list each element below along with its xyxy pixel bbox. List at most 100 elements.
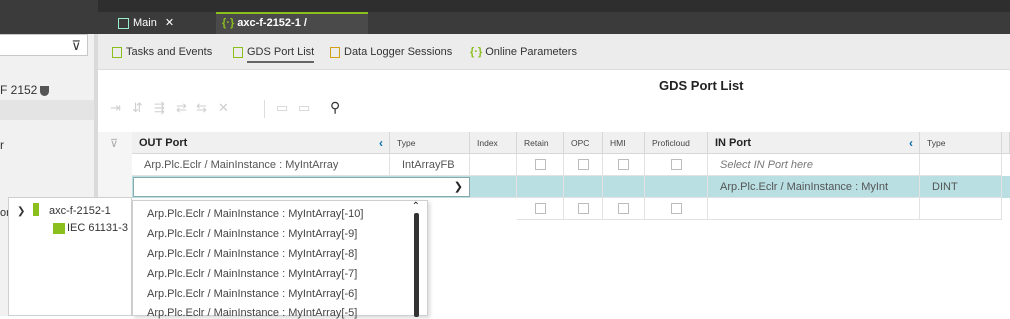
controller-icon <box>33 203 39 216</box>
subtab-data-logger-sessions[interactable]: Data Logger Sessions <box>330 46 452 58</box>
link-icon[interactable]: ⇵ <box>132 100 143 116</box>
retain-checkbox[interactable] <box>535 159 546 170</box>
collapse-arrow-icon[interactable]: ‹ <box>909 132 913 154</box>
tree-device-label[interactable]: axc-f-2152-1 <box>49 205 111 217</box>
subtab-gds-label: GDS Port List <box>247 46 315 63</box>
out-port-dropdown-list: Arp.Plc.Eclr / MainInstance : MyIntArray… <box>132 200 428 319</box>
column-header-retain[interactable]: Retain <box>517 132 564 154</box>
swap-icon[interactable]: ⇄ <box>176 100 187 116</box>
cell-out-port[interactable]: Arp.Plc.Eclr / MainInstance : MyIntArray <box>132 154 390 176</box>
cell-in-type[interactable] <box>920 154 1002 176</box>
cell-retain[interactable] <box>517 176 564 198</box>
column-header-in-type[interactable]: Type <box>920 132 1002 154</box>
cell-in-port[interactable]: Arp.Plc.Eclr / MainInstance : MyInt <box>708 176 920 198</box>
left-item-label[interactable]: r <box>0 138 4 152</box>
column-header-hmi[interactable]: HMI <box>603 132 645 154</box>
cell-type[interactable]: IntArrayFB <box>390 154 470 176</box>
curly-braces-icon: {·} <box>470 46 483 58</box>
cell-in-port[interactable]: Select IN Port here <box>708 154 920 176</box>
retain-checkbox[interactable] <box>535 203 546 214</box>
insert-row-icon[interactable]: ⇥ <box>110 100 121 116</box>
dropdown-option[interactable]: Arp.Plc.Eclr / MainInstance : MyIntArray… <box>147 208 363 220</box>
list-icon <box>233 46 243 58</box>
tab-main[interactable]: Main ✕ <box>112 12 220 34</box>
cell-index[interactable] <box>470 176 517 198</box>
scroll-up-icon[interactable]: ⌃ <box>412 201 420 212</box>
column-header-proficloud[interactable]: Proficloud <box>645 132 708 154</box>
curly-braces-icon: {·} <box>222 17 235 29</box>
toolbar-divider <box>264 100 265 118</box>
cell-hmi[interactable] <box>603 198 645 220</box>
chip-icon <box>53 223 65 234</box>
cell-in-port[interactable] <box>708 198 920 220</box>
subtab-tasks-and-events[interactable]: Tasks and Events <box>112 46 212 58</box>
shield-icon <box>40 85 50 96</box>
opc-checkbox[interactable] <box>578 159 589 170</box>
delete-all-icon[interactable]: ✕ <box>218 100 229 116</box>
cell-retain[interactable] <box>517 198 564 220</box>
opc-checkbox[interactable] <box>578 203 589 214</box>
remove-comment-icon[interactable]: ▭ <box>298 100 310 116</box>
filter-icon[interactable]: ⊽ <box>110 137 118 150</box>
left-device-label: F 2152 <box>0 83 38 97</box>
dropdown-option[interactable]: Arp.Plc.Eclr / MainInstance : MyIntArray… <box>147 248 357 260</box>
cell-index[interactable] <box>470 154 517 176</box>
main-icon <box>118 17 129 29</box>
column-header-index[interactable]: Index <box>470 132 517 154</box>
sub-tab-bar: Tasks and Events GDS Port List Data Logg… <box>98 34 1010 70</box>
dropdown-option[interactable]: Arp.Plc.Eclr / MainInstance : MyIntArray… <box>147 268 357 280</box>
column-header-type[interactable]: Type <box>390 132 470 154</box>
cell-opc[interactable] <box>564 198 603 220</box>
link-all-icon[interactable]: ⇶ <box>154 100 165 116</box>
tree-program-label[interactable]: IEC 61131-3 <box>67 222 128 234</box>
subtab-gds-port-list[interactable]: GDS Port List <box>233 46 315 63</box>
dropdown-option[interactable]: Arp.Plc.Eclr / MainInstance : MyIntArray… <box>147 307 357 319</box>
cell-proficloud[interactable] <box>645 176 708 198</box>
subtab-online-label: Online Parameters <box>485 46 577 58</box>
tab-main-label: Main <box>133 17 157 29</box>
left-selected-item[interactable] <box>0 100 94 120</box>
dropdown-option[interactable]: Arp.Plc.Eclr / MainInstance : MyIntArray… <box>147 228 357 240</box>
data-logger-icon <box>330 46 340 58</box>
column-header-out-port[interactable]: OUT Port ‹ <box>132 132 390 154</box>
device-tree-popup: ❯ axc-f-2152-1 IEC 61131-3 <box>8 197 132 316</box>
cell-hmi[interactable] <box>603 154 645 176</box>
subtab-online-parameters[interactable]: {·} Online Parameters <box>470 46 577 58</box>
cell-proficloud[interactable] <box>645 198 708 220</box>
left-search-input[interactable]: ⊽ <box>0 34 88 56</box>
delete-link-icon[interactable]: ⇆ <box>196 100 207 116</box>
close-icon[interactable]: ✕ <box>165 17 174 29</box>
chevron-down-icon[interactable]: ❯ <box>17 206 25 217</box>
proficloud-checkbox[interactable] <box>671 203 682 214</box>
proficloud-checkbox[interactable] <box>671 159 682 170</box>
tab-plcnext[interactable]: {·}axc-f-2152-1 / PLCnext✕ <box>216 12 368 48</box>
window-top-bar <box>98 0 1010 12</box>
column-header-extra <box>1002 132 1010 154</box>
out-port-combobox[interactable]: ❯ <box>133 177 470 197</box>
filter-icon[interactable]: ⊽ <box>71 38 81 54</box>
subtab-logger-label: Data Logger Sessions <box>344 46 453 58</box>
subtab-tasks-label: Tasks and Events <box>126 46 213 58</box>
cell-in-type[interactable]: DINT <box>920 176 1002 198</box>
column-header-in-port[interactable]: IN Port ‹ <box>708 132 920 154</box>
chevron-down-icon[interactable]: ❯ <box>454 180 463 193</box>
hmi-checkbox[interactable] <box>618 159 629 170</box>
comment-icon[interactable]: ▭ <box>276 100 288 116</box>
collapse-arrow-icon[interactable]: ‹ <box>379 132 383 154</box>
cell-in-type[interactable] <box>920 198 1002 220</box>
left-device-item[interactable]: F 2152 <box>0 83 50 97</box>
cell-retain[interactable] <box>517 154 564 176</box>
cell-opc[interactable] <box>564 176 603 198</box>
scrollbar-thumb[interactable] <box>414 213 419 317</box>
search-icon[interactable]: ⚲ <box>330 99 340 116</box>
hmi-checkbox[interactable] <box>618 203 629 214</box>
tasks-icon <box>112 46 122 58</box>
column-header-opc[interactable]: OPC <box>564 132 603 154</box>
cell-hmi[interactable] <box>603 176 645 198</box>
column-header-label: IN Port <box>715 137 752 149</box>
column-header-label: OUT Port <box>139 137 188 149</box>
cell-proficloud[interactable] <box>645 154 708 176</box>
dropdown-option[interactable]: Arp.Plc.Eclr / MainInstance : MyIntArray… <box>147 288 357 300</box>
cell-opc[interactable] <box>564 154 603 176</box>
page-title: GDS Port List <box>659 78 744 93</box>
